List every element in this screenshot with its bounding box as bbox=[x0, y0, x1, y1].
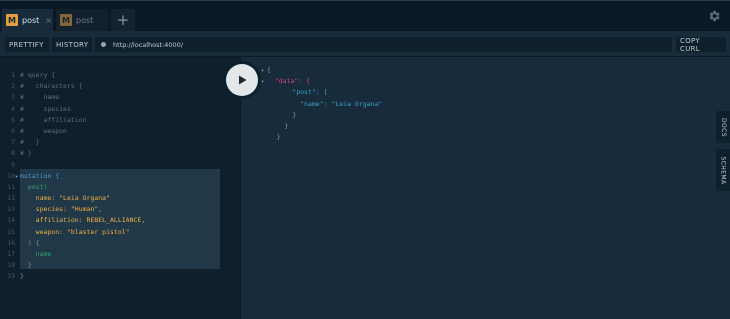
toolbar: PRETTIFY HISTORY http://localhost:4000/ … bbox=[0, 31, 730, 57]
code-text: ) { bbox=[20, 238, 40, 247]
code-line: 11 post( bbox=[0, 182, 241, 193]
code-text: # } bbox=[20, 149, 32, 158]
result-line: "post": { bbox=[261, 87, 382, 98]
tab-title: post bbox=[76, 15, 94, 25]
code-line: 13 species: "Human", bbox=[0, 204, 241, 215]
line-number: 4 bbox=[11, 104, 15, 113]
code-text: # affiliation bbox=[20, 115, 87, 124]
code-text: mutation { bbox=[20, 171, 60, 180]
line-number: 5 bbox=[11, 115, 15, 124]
docs-tab[interactable]: DOCS bbox=[716, 111, 730, 143]
result-text: } bbox=[292, 110, 297, 119]
code-text: } bbox=[20, 272, 24, 281]
result-text: } bbox=[284, 121, 289, 130]
result-json: ▾ { ▾ "data": { "post": { "name": "Leia … bbox=[261, 65, 382, 143]
execute-query-button[interactable] bbox=[226, 64, 258, 96]
schema-label: SCHEMA bbox=[719, 156, 727, 184]
top-border bbox=[0, 0, 730, 1]
tab-title: post bbox=[22, 15, 40, 25]
code-line: 15 weapon: "blaster pistol" bbox=[0, 227, 241, 238]
tab-post-active[interactable]: M post × bbox=[2, 9, 53, 31]
line-number: 8 bbox=[11, 149, 15, 158]
result-text: "data": { bbox=[274, 77, 311, 86]
code-lines: 1 # query { 2 # characters { 3 # name 4 … bbox=[0, 70, 241, 283]
code-line: 2 # characters { bbox=[0, 81, 241, 92]
line-number: 17 bbox=[7, 250, 15, 258]
result-line: ▾ { bbox=[261, 65, 382, 76]
history-button[interactable]: HISTORY bbox=[52, 37, 92, 52]
code-text: } bbox=[20, 261, 32, 270]
line-number: 10 bbox=[7, 171, 15, 180]
url-input[interactable]: http://localhost:4000/ bbox=[95, 37, 672, 52]
code-line: 12 name: "Leia Organa" bbox=[0, 193, 241, 204]
code-text: species: "Human", bbox=[20, 205, 103, 214]
code-line: 7 # } bbox=[0, 137, 241, 148]
code-text: # name bbox=[20, 93, 60, 102]
code-line: 18 } bbox=[0, 260, 241, 271]
result-text: "name": "Leia Organa" bbox=[300, 99, 383, 108]
code-text: # weapon bbox=[20, 126, 67, 135]
query-editor[interactable]: 1 # query { 2 # characters { 3 # name 4 … bbox=[0, 57, 241, 319]
line-number: 16 bbox=[7, 238, 15, 247]
line-number: 3 bbox=[11, 93, 15, 102]
code-line: 3 # name bbox=[0, 92, 241, 103]
line-number: 7 bbox=[11, 138, 15, 147]
result-text: "post": { bbox=[292, 88, 328, 97]
line-number: 13 bbox=[7, 205, 15, 214]
code-text: post( bbox=[20, 182, 48, 191]
result-line: } bbox=[261, 110, 382, 121]
docs-label: DOCS bbox=[719, 117, 727, 137]
code-line: 19 } bbox=[0, 271, 241, 282]
line-number: 12 bbox=[7, 194, 15, 203]
code-text: # query { bbox=[20, 71, 56, 79]
result-line: } bbox=[261, 132, 382, 143]
code-text: affiliation: REBEL_ALLIANCE, bbox=[20, 216, 146, 225]
code-text: # characters { bbox=[20, 82, 83, 91]
tab-post-inactive[interactable]: M post bbox=[56, 9, 108, 31]
line-number: 19 bbox=[7, 272, 15, 281]
line-number: 18 bbox=[7, 261, 15, 270]
code-line: 9 bbox=[0, 160, 241, 171]
code-line: 1 # query { bbox=[0, 70, 241, 81]
result-pane: ▾ { ▾ "data": { "post": { "name": "Leia … bbox=[241, 57, 716, 319]
code-text: # species bbox=[20, 104, 71, 113]
prettify-button[interactable]: PRETTIFY bbox=[5, 37, 49, 52]
result-text: { bbox=[267, 66, 271, 74]
code-line: 8 # } bbox=[0, 148, 241, 159]
side-panel: DOCS SCHEMA bbox=[716, 57, 730, 319]
code-line: 14 affiliation: REBEL_ALLIANCE, bbox=[0, 215, 241, 226]
code-line: 17 name bbox=[0, 249, 241, 260]
line-number: 6 bbox=[11, 126, 15, 135]
gear-icon[interactable] bbox=[707, 9, 721, 23]
line-number: 15 bbox=[7, 227, 15, 236]
code-line: 16 ) { bbox=[0, 238, 241, 249]
copy-curl-button[interactable]: COPY CURL bbox=[676, 37, 726, 53]
play-icon bbox=[239, 75, 247, 85]
mutation-badge: M bbox=[60, 14, 72, 26]
line-number: 14 bbox=[7, 216, 15, 225]
add-tab-button[interactable]: + bbox=[111, 9, 135, 31]
mutation-badge: M bbox=[6, 14, 18, 26]
code-text: # } bbox=[20, 138, 40, 147]
code-text: name: "Leia Organa" bbox=[20, 194, 111, 203]
line-number: 2 bbox=[11, 82, 15, 91]
result-line: } bbox=[261, 121, 382, 132]
line-number: 1 bbox=[11, 71, 15, 79]
code-line: 4 # species bbox=[0, 104, 241, 115]
line-number: 9 bbox=[11, 160, 15, 169]
code-line: 6 # weapon bbox=[0, 126, 241, 137]
tab-bar: M post × M post + bbox=[0, 0, 730, 31]
result-line: ▾ "data": { bbox=[261, 76, 382, 87]
close-icon[interactable]: × bbox=[45, 16, 52, 25]
line-number: 11 bbox=[7, 182, 15, 191]
result-line: "name": "Leia Organa" bbox=[261, 99, 382, 110]
code-line: 5 # affiliation bbox=[0, 115, 241, 126]
schema-tab[interactable]: SCHEMA bbox=[716, 149, 730, 191]
url-text: http://localhost:4000/ bbox=[113, 40, 184, 49]
code-text: weapon: "blaster pistol" bbox=[20, 227, 130, 236]
code-line: 10▾ mutation { bbox=[0, 171, 241, 182]
result-text: } bbox=[276, 133, 281, 142]
code-text: name bbox=[20, 250, 52, 258]
status-dot-icon bbox=[101, 42, 106, 47]
